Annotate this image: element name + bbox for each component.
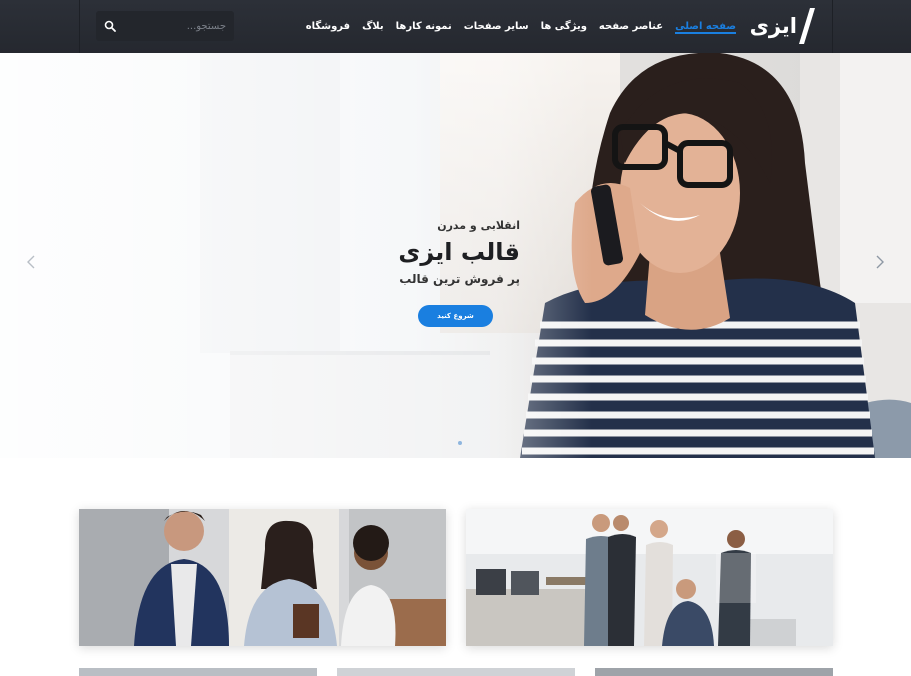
header-divider (79, 0, 80, 53)
feature-image-card[interactable] (466, 509, 833, 646)
nav-item-blog[interactable]: بلاگ (356, 0, 390, 53)
feature-card-peek[interactable] (79, 668, 317, 676)
hero-caption: انقلابی و مدرن قالب ایزی پر فروش ترین قا… (380, 218, 520, 288)
search-input[interactable] (126, 11, 226, 41)
site-logo[interactable]: ایزی (750, 8, 815, 44)
hero-kicker: انقلابی و مدرن (437, 219, 520, 232)
nav-label: عناصر صفحه (598, 21, 664, 32)
nav-item-shop[interactable]: فروشگاه (300, 0, 356, 53)
nav-label: صفحه اصلی (675, 21, 736, 34)
team-photo (79, 509, 446, 646)
feature-image-card[interactable] (79, 509, 446, 646)
main-nav: صفحه اصلی عناصر صفحه ویژگی ها سایر صفحات… (300, 0, 742, 53)
office-photo (466, 509, 833, 646)
get-started-button[interactable]: شروع کنید (418, 305, 493, 327)
nav-label: سایر صفحات (463, 21, 529, 32)
nav-label: نمونه کارها (395, 21, 452, 32)
nav-item-portfolio[interactable]: نمونه کارها (390, 0, 458, 53)
feature-card-peek[interactable] (595, 668, 833, 676)
hero-slider: انقلابی و مدرن قالب ایزی پر فروش ترین قا… (0, 53, 911, 458)
hero-title: قالب ایزی (398, 238, 520, 266)
logo-text: ایزی (749, 14, 797, 38)
slider-dot[interactable] (458, 441, 462, 445)
search-box (96, 11, 234, 41)
nav-label: ویژگی ها (540, 21, 587, 32)
search-icon[interactable] (104, 20, 116, 32)
chevron-right-icon[interactable] (875, 255, 885, 269)
nav-label: بلاگ (362, 21, 384, 32)
nav-item-pages[interactable]: سایر صفحات (458, 0, 535, 53)
chevron-left-icon[interactable] (26, 255, 36, 269)
feature-card-peek[interactable] (337, 668, 575, 676)
nav-item-home[interactable]: صفحه اصلی (669, 0, 742, 53)
header-divider (832, 0, 833, 53)
nav-item-features[interactable]: ویژگی ها (535, 0, 593, 53)
slash-logo-icon (799, 8, 815, 44)
nav-item-elements[interactable]: عناصر صفحه (593, 0, 669, 53)
site-header: ایزی صفحه اصلی عناصر صفحه ویژگی ها سایر … (0, 0, 911, 53)
nav-label: فروشگاه (305, 21, 351, 32)
hero-subtitle: پر فروش ترین قالب (399, 272, 520, 286)
